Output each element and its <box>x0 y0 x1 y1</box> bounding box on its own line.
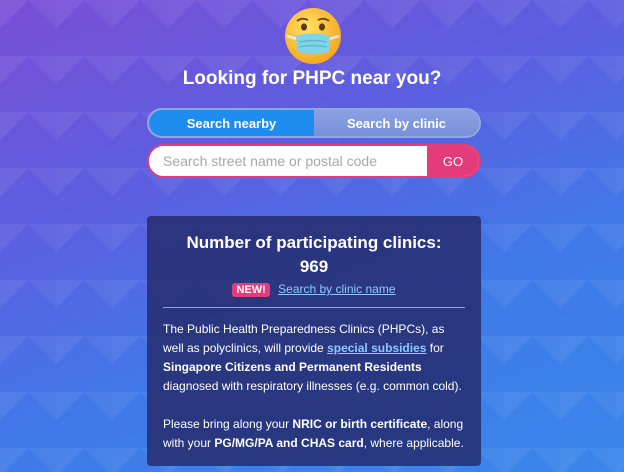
search-mode-tabs: Search nearby Search by clinic <box>147 108 481 138</box>
documents-paragraph: Please bring along your NRIC or birth ce… <box>163 415 465 453</box>
divider <box>163 307 465 308</box>
id-documents-text: NRIC or birth certificate <box>292 417 428 431</box>
search-bar: GO <box>147 144 481 178</box>
search-by-clinic-name-link[interactable]: Search by clinic name <box>278 282 395 296</box>
new-feature-row: NEW! Search by clinic name <box>163 282 465 297</box>
go-button[interactable]: GO <box>427 146 479 176</box>
tab-search-nearby[interactable]: Search nearby <box>149 110 314 136</box>
clinic-count-value: 969 <box>299 257 329 276</box>
subsidy-text-3: diagnosed with respiratory illnesses (e.… <box>163 379 462 393</box>
eligibility-text: Singapore Citizens and Permanent Residen… <box>163 360 422 374</box>
documents-text-3: , where applicable. <box>363 436 464 450</box>
clinic-count-label: Number of participating clinics: <box>186 233 442 252</box>
card-documents-text: PG/MG/PA and CHAS card <box>214 436 364 450</box>
search-input[interactable] <box>149 146 427 176</box>
face-with-medical-mask-icon <box>285 8 341 64</box>
new-badge: NEW! <box>232 283 270 297</box>
subsidy-paragraph: The Public Health Preparedness Clinics (… <box>163 320 465 396</box>
subsidy-text-2: for <box>426 341 444 355</box>
documents-text-1: Please bring along your <box>163 417 293 431</box>
info-panel: Number of participating clinics: 969 NEW… <box>147 216 481 466</box>
tab-search-by-clinic[interactable]: Search by clinic <box>314 110 479 136</box>
page-title: Looking for PHPC near you? <box>182 68 442 89</box>
special-subsidies-link[interactable]: special subsidies <box>327 341 426 355</box>
